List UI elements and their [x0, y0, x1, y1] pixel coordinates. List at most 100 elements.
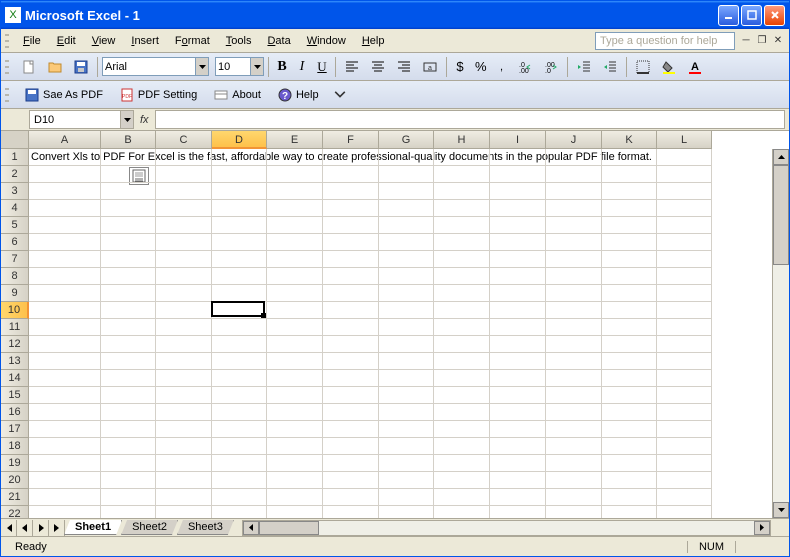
row-header-14[interactable]: 14 — [1, 370, 29, 387]
cell-L16[interactable] — [657, 404, 712, 421]
cell-E22[interactable] — [267, 506, 323, 518]
cell-L12[interactable] — [657, 336, 712, 353]
cell-A20[interactable] — [29, 472, 101, 489]
cell-K15[interactable] — [602, 387, 657, 404]
toolbar-options-button[interactable] — [328, 84, 352, 106]
cell-I11[interactable] — [490, 319, 546, 336]
cell-H8[interactable] — [434, 268, 490, 285]
menu-window[interactable]: Window — [299, 32, 354, 50]
cell-D7[interactable] — [212, 251, 267, 268]
cell-K17[interactable] — [602, 421, 657, 438]
cell-K11[interactable] — [602, 319, 657, 336]
cell-L5[interactable] — [657, 217, 712, 234]
cell-E19[interactable] — [267, 455, 323, 472]
row-header-1[interactable]: 1 — [1, 149, 29, 166]
cell-H2[interactable] — [434, 166, 490, 183]
underline-button[interactable]: U — [313, 56, 331, 78]
cell-G11[interactable] — [379, 319, 434, 336]
cell-F11[interactable] — [323, 319, 379, 336]
cell-B12[interactable] — [101, 336, 156, 353]
cell-L7[interactable] — [657, 251, 712, 268]
cell-F19[interactable] — [323, 455, 379, 472]
cell-G4[interactable] — [379, 200, 434, 217]
help-button[interactable]: ? Help — [270, 84, 326, 106]
cell-D21[interactable] — [212, 489, 267, 506]
row-header-3[interactable]: 3 — [1, 183, 29, 200]
toolbar-grip[interactable] — [5, 32, 11, 50]
cell-I12[interactable] — [490, 336, 546, 353]
cell-E7[interactable] — [267, 251, 323, 268]
cell-A17[interactable] — [29, 421, 101, 438]
cell-B4[interactable] — [101, 200, 156, 217]
cell-I9[interactable] — [490, 285, 546, 302]
row-header-15[interactable]: 15 — [1, 387, 29, 404]
decrease-indent-button[interactable] — [572, 56, 596, 78]
cell-J15[interactable] — [546, 387, 602, 404]
cell-F16[interactable] — [323, 404, 379, 421]
cell-G21[interactable] — [379, 489, 434, 506]
font-size-select[interactable] — [215, 57, 251, 76]
cell-K1[interactable] — [602, 149, 657, 166]
cell-H20[interactable] — [434, 472, 490, 489]
cell-L1[interactable] — [657, 149, 712, 166]
cell-G12[interactable] — [379, 336, 434, 353]
name-box[interactable]: D10 — [29, 110, 121, 129]
cell-I10[interactable] — [490, 302, 546, 319]
close-button[interactable] — [764, 5, 785, 26]
cell-C17[interactable] — [156, 421, 212, 438]
cell-J10[interactable] — [546, 302, 602, 319]
help-search-input[interactable] — [595, 32, 735, 50]
cell-F10[interactable] — [323, 302, 379, 319]
save-as-pdf-button[interactable]: Sae As PDF — [17, 84, 110, 106]
cell-B6[interactable] — [101, 234, 156, 251]
col-header-I[interactable]: I — [490, 131, 546, 149]
menu-data[interactable]: Data — [259, 32, 298, 50]
cell-J18[interactable] — [546, 438, 602, 455]
cell-D3[interactable] — [212, 183, 267, 200]
cell-D15[interactable] — [212, 387, 267, 404]
cell-A14[interactable] — [29, 370, 101, 387]
row-header-10[interactable]: 10 — [1, 302, 29, 319]
menu-file[interactable]: File — [15, 32, 49, 50]
cell-I21[interactable] — [490, 489, 546, 506]
cell-H3[interactable] — [434, 183, 490, 200]
cell-I5[interactable] — [490, 217, 546, 234]
col-header-D[interactable]: D — [212, 131, 267, 149]
cell-K5[interactable] — [602, 217, 657, 234]
cell-G10[interactable] — [379, 302, 434, 319]
cell-F22[interactable] — [323, 506, 379, 518]
font-name-dropdown[interactable] — [196, 57, 209, 76]
cell-A4[interactable] — [29, 200, 101, 217]
cell-K4[interactable] — [602, 200, 657, 217]
cell-J4[interactable] — [546, 200, 602, 217]
cell-H17[interactable] — [434, 421, 490, 438]
cell-H13[interactable] — [434, 353, 490, 370]
col-header-K[interactable]: K — [602, 131, 657, 149]
cell-L8[interactable] — [657, 268, 712, 285]
cell-F20[interactable] — [323, 472, 379, 489]
cell-G9[interactable] — [379, 285, 434, 302]
cell-H21[interactable] — [434, 489, 490, 506]
col-header-J[interactable]: J — [546, 131, 602, 149]
cell-D2[interactable] — [212, 166, 267, 183]
row-header-20[interactable]: 20 — [1, 472, 29, 489]
row-header-19[interactable]: 19 — [1, 455, 29, 472]
cell-H6[interactable] — [434, 234, 490, 251]
col-header-F[interactable]: F — [323, 131, 379, 149]
cell-F14[interactable] — [323, 370, 379, 387]
cell-C16[interactable] — [156, 404, 212, 421]
cell-K20[interactable] — [602, 472, 657, 489]
cell-C19[interactable] — [156, 455, 212, 472]
cell-I13[interactable] — [490, 353, 546, 370]
cell-F12[interactable] — [323, 336, 379, 353]
cell-A6[interactable] — [29, 234, 101, 251]
merge-center-button[interactable]: a — [418, 56, 442, 78]
cell-E12[interactable] — [267, 336, 323, 353]
cell-G16[interactable] — [379, 404, 434, 421]
cell-D22[interactable] — [212, 506, 267, 518]
cell-K7[interactable] — [602, 251, 657, 268]
cell-I17[interactable] — [490, 421, 546, 438]
cell-D14[interactable] — [212, 370, 267, 387]
cell-H5[interactable] — [434, 217, 490, 234]
row-header-2[interactable]: 2 — [1, 166, 29, 183]
